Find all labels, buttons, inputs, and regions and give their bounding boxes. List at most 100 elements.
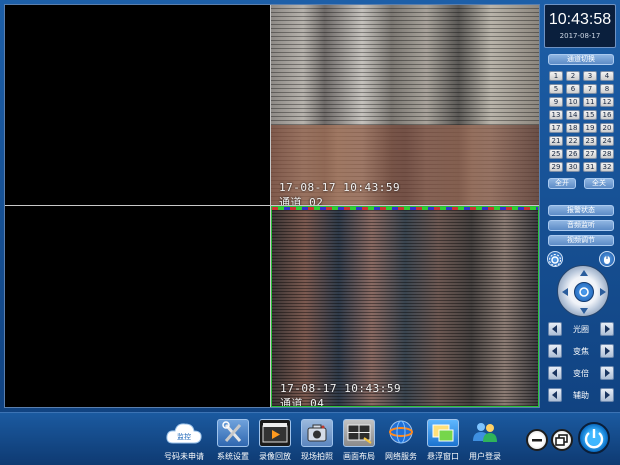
toolbar-label: 系统设置 [217,452,249,461]
aux-plus-button[interactable] [600,388,614,402]
channel-button-27[interactable]: 27 [583,149,597,159]
clock-date: 2017-08-17 [559,32,601,40]
channel-button-31[interactable]: 31 [583,162,597,172]
aux-minus-button[interactable] [548,388,562,402]
channel-button-7[interactable]: 7 [583,84,597,94]
channel-button-13[interactable]: 13 [549,110,563,120]
channel-button-23[interactable]: 23 [583,136,597,146]
video-cell-3[interactable] [5,206,271,407]
clock-time: 10:43:58 [548,11,612,28]
bottom-toolbar: 监控 号码未申请 系统设置 录像回放 现场拍照 画面布局 网络服务 悬浮窗口 用… [0,412,620,465]
iris-minus-button[interactable] [548,322,562,336]
channel-button-28[interactable]: 28 [600,149,614,159]
toolbar-label: 号码未申请 [164,452,204,461]
window-icon [427,419,459,447]
toolbar-layout-button[interactable]: 画面布局 [339,419,379,462]
video-cell-4[interactable]: 17-08-17 10:43:59 通道 04 [271,206,539,407]
open-all-button[interactable]: 全开 [548,178,576,189]
osd-timestamp: 17-08-17 10:43:59 [279,181,401,194]
toolbar-playback-button[interactable]: 录像回放 [255,419,295,462]
minimize-button[interactable] [526,429,548,451]
svg-text:监控: 监控 [177,432,191,441]
toolbar-label: 用户登录 [469,452,501,461]
close-all-button[interactable]: 全关 [584,178,614,189]
film-icon [259,419,291,447]
gear-icon[interactable] [547,251,563,267]
channel-button-12[interactable]: 12 [600,97,614,107]
video-feed [271,5,539,205]
channel-button-15[interactable]: 15 [583,110,597,120]
video-cell-2[interactable]: 17-08-17 10:43:59 通道 02 [271,5,539,206]
channel-button-3[interactable]: 3 [583,71,597,81]
ptz-auto-icon[interactable] [574,282,594,302]
zoom-minus-button[interactable] [548,366,562,380]
layout-icon [343,419,375,447]
clock-display: 10:43:58 2017-08-17 [544,4,616,48]
channel-button-30[interactable]: 30 [566,162,580,172]
toolbar-network-button[interactable]: 网络服务 [381,419,421,462]
channel-button-2[interactable]: 2 [566,71,580,81]
channel-button-29[interactable]: 29 [549,162,563,172]
zoom-plus-button[interactable] [600,366,614,380]
toolbar-label: 画面布局 [343,452,375,461]
toolbar-settings-button[interactable]: 系统设置 [213,419,253,462]
focus-label: 变焦 [573,347,589,356]
power-icon [584,429,604,449]
channel-switch-button[interactable]: 通道切换 [548,54,614,65]
channel-button-17[interactable]: 17 [549,123,563,133]
channel-button-5[interactable]: 5 [549,84,563,94]
channel-button-11[interactable]: 11 [583,97,597,107]
restore-button[interactable] [551,429,573,451]
power-button[interactable] [578,422,610,454]
channel-button-16[interactable]: 16 [600,110,614,120]
channel-button-19[interactable]: 19 [583,123,597,133]
alarm-status-button[interactable]: 报警状态 [548,205,614,216]
toolbar-label: 录像回放 [259,452,291,461]
toolbar-user-login-button[interactable]: 用户登录 [465,419,505,462]
channel-button-4[interactable]: 4 [600,71,614,81]
network-icon [385,419,417,447]
toolbar-float-window-button[interactable]: 悬浮窗口 [423,419,463,462]
channel-button-26[interactable]: 26 [566,149,580,159]
channel-button-20[interactable]: 20 [600,123,614,133]
video-wall: 17-08-17 10:43:59 通道 02 17-08-17 10:43:5… [4,4,540,408]
channel-button-9[interactable]: 9 [549,97,563,107]
ptz-direction-pad[interactable] [557,265,609,317]
video-feed [272,207,538,406]
channel-button-8[interactable]: 8 [600,84,614,94]
channel-button-24[interactable]: 24 [600,136,614,146]
channel-button-25[interactable]: 25 [549,149,563,159]
mouse-icon[interactable] [599,251,615,267]
audio-monitor-button[interactable]: 音频监听 [548,220,614,231]
toolbar-label: 悬浮窗口 [427,452,459,461]
toolbar-cloud-button[interactable]: 监控 号码未申请 [163,419,205,462]
osd-timestamp: 17-08-17 10:43:59 [280,382,402,395]
channel-button-14[interactable]: 14 [566,110,580,120]
restore-icon [555,434,568,446]
channel-button-1[interactable]: 1 [549,71,563,81]
iris-plus-button[interactable] [600,322,614,336]
minus-icon [532,439,542,442]
toolbar-label: 现场拍照 [301,452,333,461]
video-cell-1[interactable] [5,5,271,206]
osd-channel-name: 通道 02 [279,196,324,206]
toolbar-label: 网络服务 [385,452,417,461]
toolbar-snapshot-button[interactable]: 现场拍照 [297,419,337,462]
video-adjust-button[interactable]: 视频调节 [548,235,614,246]
channel-button-18[interactable]: 18 [566,123,580,133]
tools-icon [217,419,249,447]
osd-channel-name: 通道 04 [280,397,325,407]
channel-button-32[interactable]: 32 [600,162,614,172]
user-icon [469,419,501,447]
aux-label: 辅助 [573,391,589,400]
channel-button-22[interactable]: 22 [566,136,580,146]
zoom-label: 变倍 [573,369,589,378]
cloud-icon: 监控 [164,419,204,447]
focus-plus-button[interactable] [600,344,614,358]
iris-label: 光圈 [573,325,589,334]
channel-button-6[interactable]: 6 [566,84,580,94]
camera-icon [301,419,333,447]
focus-minus-button[interactable] [548,344,562,358]
channel-button-21[interactable]: 21 [549,136,563,146]
channel-button-10[interactable]: 10 [566,97,580,107]
